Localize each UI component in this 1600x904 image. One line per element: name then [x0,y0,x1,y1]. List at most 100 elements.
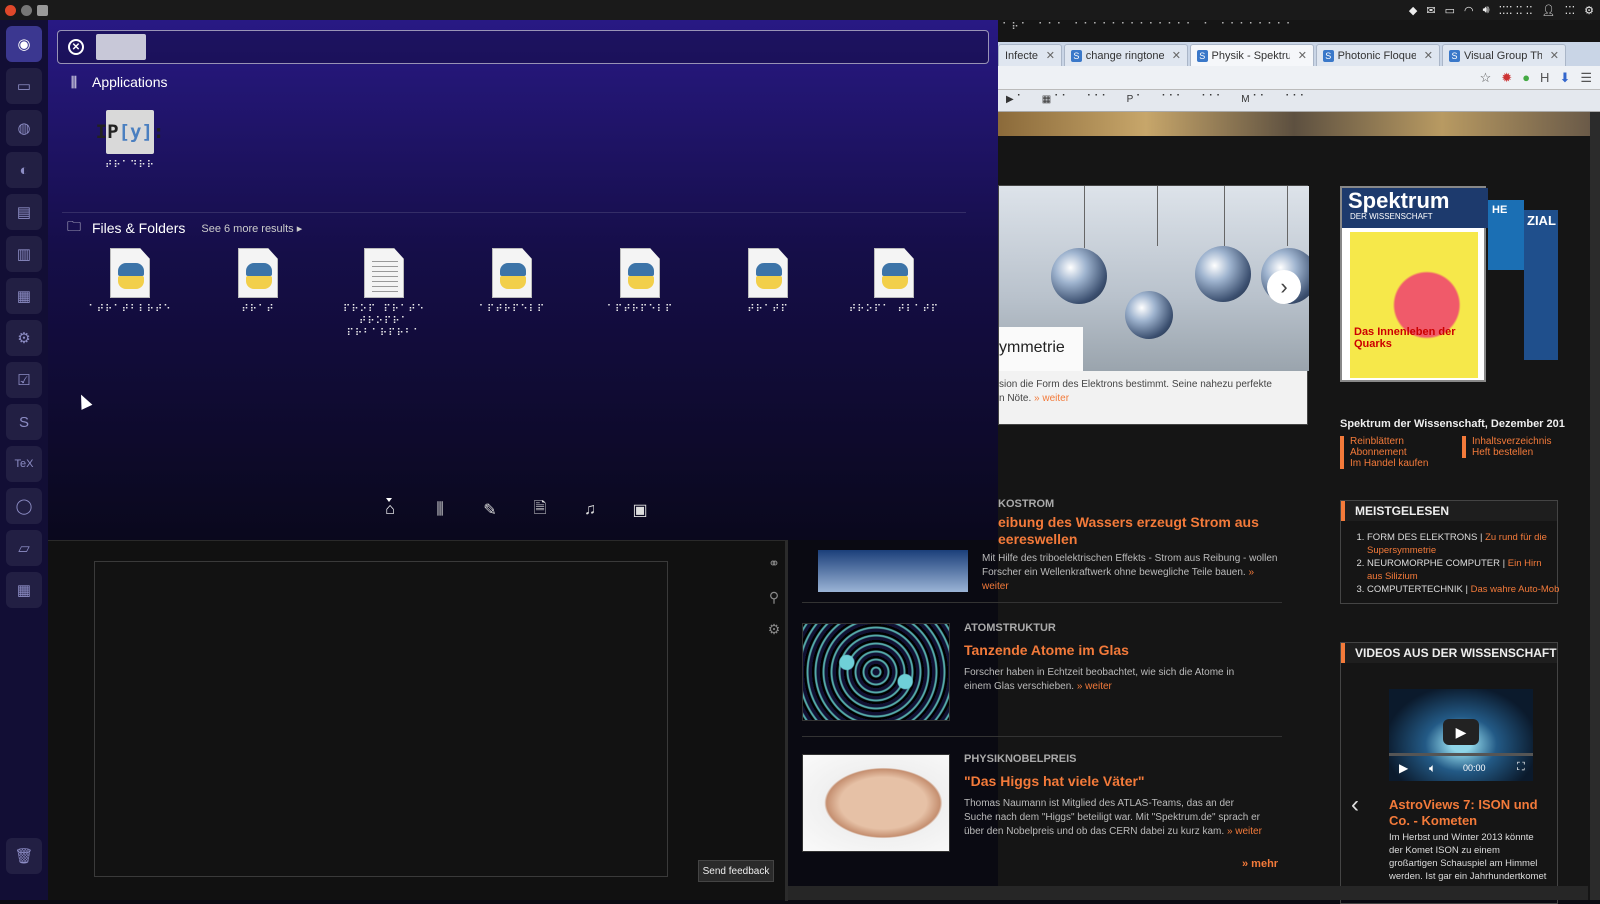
bookmark-item[interactable]: ⠁⠁⠁ [1087,94,1109,105]
fullscreen-icon[interactable]: ⛶ [1517,761,1525,774]
link-icon[interactable]: ⚭ [764,553,784,573]
menu-icon[interactable]: ☰ [1580,70,1592,86]
magazine-link[interactable]: Heft bestellen [1472,447,1551,458]
article-headline[interactable]: Tanzende Atome im Glas [964,642,1264,658]
gear-icon[interactable]: ⚙ [764,619,784,639]
volume-icon[interactable]: 🔈︎ [1429,761,1436,776]
video-lens-icon[interactable]: ▣ [630,500,650,520]
video-player[interactable]: ▶ ▶ 🔈︎ 00:00 ⛶ [1389,689,1533,781]
article-1-thumbnail[interactable] [818,550,968,592]
battery-icon[interactable]: ▭ [1445,4,1455,17]
maximize-window-icon[interactable] [37,4,48,16]
dash-search[interactable]: ✕ [57,30,989,64]
url-bar[interactable]: ☆ ✹ ● H ⬇ ☰ [998,66,1600,90]
mail-icon[interactable]: ✉ [1426,4,1435,17]
file-result[interactable]: ⠞⠗⠁⠞⠏ [706,248,830,316]
addon-icon[interactable]: ● [1522,70,1530,86]
bookmark-item[interactable]: P ⠁ [1127,94,1144,105]
magazine-link[interactable]: Inhaltsverzeichnis [1472,436,1551,447]
files-icon[interactable]: ▤ [6,194,42,230]
app-icon[interactable]: ☑ [6,362,42,398]
settings-icon[interactable]: ⚙ [6,320,42,356]
hero-carousel[interactable]: ymmetrie › sion die Form des Elektrons b… [998,185,1309,425]
workspace-icon[interactable]: ▦ [6,572,42,608]
dropbox-icon[interactable]: ◆ [1409,4,1417,17]
meistgelesen-link[interactable]: Das wahre Auto-Mob [1471,584,1560,595]
carousel-prev-icon[interactable]: ‹ [1351,791,1359,819]
magazine-back-issue[interactable]: ZIAL [1524,210,1558,360]
search-input[interactable] [94,33,974,61]
bookmark-item[interactable]: ▶ ⠁ [1006,94,1024,105]
app-icon[interactable]: S [6,404,42,440]
play-icon[interactable]: ▶ [1443,719,1479,745]
magazine-link[interactable]: Abonnement [1350,447,1428,458]
tex-icon[interactable]: TeX [6,446,42,482]
bookmark-item[interactable]: ▦ ⠁⠁ [1042,94,1069,105]
file-result[interactable]: ⠁⠞⠗⠁⠞⠃⠇⠗⠞⠑ [68,248,192,316]
app-result-ipython[interactable]: IP [y]: ⠞⠗⠁⠙⠗⠗ [80,110,180,172]
applications-lens-icon[interactable]: ⫼ [430,500,450,520]
vertical-scrollbar[interactable] [1590,112,1600,900]
close-tab-icon[interactable]: ✕ [1298,49,1307,62]
clear-search-icon[interactable]: ✕ [68,39,84,55]
minimize-window-icon[interactable] [21,4,32,16]
user-name[interactable]: ⁚⁚⁚ [1565,4,1576,17]
bookmark-item[interactable]: M ⠁⠁ [1241,94,1267,105]
hero-weiter-link[interactable]: » weiter [1034,393,1069,404]
settings-gear-icon[interactable]: ⚙ [1584,4,1594,17]
article-weiter-link[interactable]: » weiter [1077,681,1112,692]
app-icon[interactable]: ▱ [6,530,42,566]
trash-icon[interactable]: 🗑︎ [6,838,42,874]
bookmark-item[interactable]: ⠁⠁⠁ [1285,94,1307,105]
close-window-icon[interactable] [5,4,16,16]
article-weiter-link[interactable]: » weiter [1227,826,1262,837]
more-link[interactable]: » mehr [1242,858,1278,870]
browser-tab[interactable]: SPhysik - Spektrum ✕ [1190,44,1314,66]
close-tab-icon[interactable]: ✕ [1550,49,1559,62]
dash-home-button[interactable]: ◉ [6,26,42,62]
addon-icon[interactable]: ✹ [1501,70,1512,86]
magazine-cover[interactable]: Spektrum DER WISSENSCHAFT Das Innenleben… [1340,186,1488,382]
browser-icon[interactable]: ◍ [6,110,42,146]
magazine-back-issue[interactable]: HE [1488,200,1524,270]
user-icon[interactable]: 👤︎ [1542,4,1556,17]
browser-tab[interactable]: S Visual Group The ✕ [1442,44,1566,66]
video-title[interactable]: AstroViews 7: ISON und Co. - Kometen [1389,797,1549,829]
document-icon[interactable]: ▥ [6,236,42,272]
wifi-icon[interactable]: ◠ [1464,4,1474,17]
bookmark-star-icon[interactable]: ☆ [1480,70,1492,86]
see-more-results-link[interactable]: See 6 more results ▸ [201,222,302,235]
article-2-thumbnail[interactable] [802,623,950,721]
play-control-icon[interactable]: ▶ [1399,761,1408,775]
app-icon[interactable]: ◯ [6,488,42,524]
browser-tab[interactable]: Schange ringtone s ✕ [1064,44,1188,66]
browser-tab[interactable]: Infected ✕ [998,44,1062,66]
horizontal-scrollbar[interactable] [788,886,1588,900]
file-result[interactable]: ⠏⠗⠕⠏ ⠏⠗⠁⠞⠑ ⠞⠗⠕⠏⠗⠁ ⠏⠗⠃⠁⠗⠏⠗⠃⠁ [322,248,446,340]
documents-lens-icon[interactable]: 🗎︎ [530,500,550,520]
editor-canvas[interactable] [94,561,668,877]
music-lens-icon[interactable]: ♫ [580,500,600,520]
file-result[interactable]: ⠁⠏⠞⠗⠏⠑⠇⠏ [450,248,574,316]
bookmark-item[interactable]: ⠁⠁⠁ [1161,94,1183,105]
home-icon[interactable]: ⌂ [380,500,400,520]
video-progress[interactable] [1389,753,1533,756]
file-result[interactable]: ⠞⠗⠁⠞ [196,248,320,316]
app-icon[interactable]: ▦ [6,278,42,314]
file-result[interactable]: ⠁⠏⠞⠗⠏⠑⠇⠏ [578,248,702,316]
close-tab-icon[interactable]: ✕ [1424,49,1433,62]
volume-icon[interactable]: 🔊︎ [1483,4,1490,17]
file-result[interactable]: ⠞⠗⠕⠏⠁ ⠞⠇⠁⠞⠏ [832,248,956,316]
article-headline[interactable]: "Das Higgs hat viele Väter" [964,773,1264,789]
addon-icon[interactable]: H [1540,70,1549,86]
bookmark-item[interactable]: ⠁⠁⠁ [1201,94,1223,105]
clock-text[interactable]: ⁚⁚⁚⁚ ⁚⁚ ⁚⁚ [1499,4,1533,17]
close-tab-icon[interactable]: ✕ [1172,49,1181,62]
magazine-link[interactable]: Reinblättern [1350,436,1428,447]
app-icon[interactable]: ◐ [6,152,42,188]
download-icon[interactable]: ⬇ [1559,70,1570,86]
carousel-next-button[interactable]: › [1267,270,1301,304]
files-lens-icon[interactable]: ✎ [480,500,500,520]
browser-tab[interactable]: SPhotonic Floquet I ✕ [1316,44,1440,66]
magazine-link[interactable]: Im Handel kaufen [1350,458,1428,469]
